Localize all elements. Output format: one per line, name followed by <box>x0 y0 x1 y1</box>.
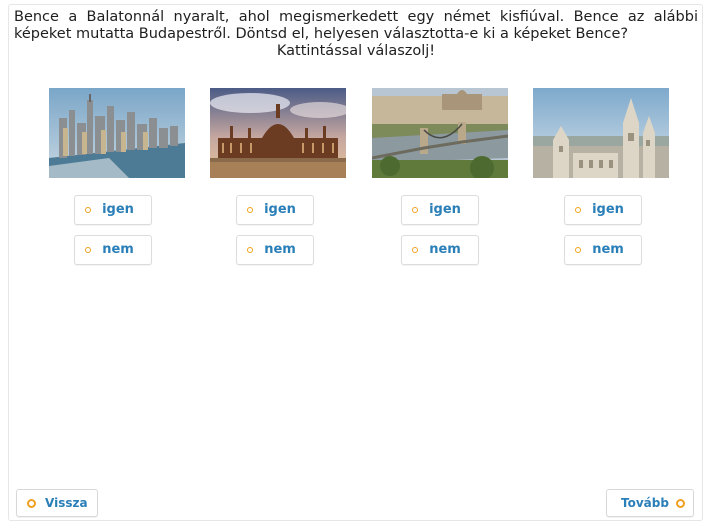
next-button[interactable]: Tovább <box>606 489 694 517</box>
back-button[interactable]: Vissza <box>16 489 98 517</box>
no-label: nem <box>429 242 461 257</box>
photo-2-yes-button[interactable]: igen <box>236 195 314 225</box>
instructions-line-2: képeket mutatta Budapestről. Döntsd el, … <box>14 26 629 42</box>
no-label: nem <box>592 242 624 257</box>
yes-label: igen <box>429 202 461 217</box>
photo-3-yes-button[interactable]: igen <box>401 195 479 225</box>
no-label: nem <box>102 242 134 257</box>
city-skyline-photo <box>49 88 185 178</box>
yes-label: igen <box>264 202 296 217</box>
yes-label: igen <box>102 202 134 217</box>
photo-1-no-button[interactable]: nem <box>74 235 152 265</box>
photo-4-yes-button[interactable]: igen <box>564 195 642 225</box>
yes-label: igen <box>592 202 624 217</box>
photo-4-no-button[interactable]: nem <box>564 235 642 265</box>
instructions-text: Bence a Balatonnál nyaralt, ahol megisme… <box>14 9 698 60</box>
photo-2-no-button[interactable]: nem <box>236 235 314 265</box>
photo-1-yes-button[interactable]: igen <box>74 195 152 225</box>
no-label: nem <box>264 242 296 257</box>
next-label: Tovább <box>621 496 669 510</box>
photo-3-no-button[interactable]: nem <box>401 235 479 265</box>
parliament-photo <box>210 88 346 178</box>
circle-icon <box>27 499 36 508</box>
chain-bridge-photo <box>372 88 508 178</box>
circle-icon <box>676 499 685 508</box>
instructions-line-1: Bence a Balatonnál nyaralt, ahol megisme… <box>14 9 698 25</box>
fishermens-bastion-photo <box>533 88 669 178</box>
instructions-line-3: Kattintással válaszolj! <box>276 43 436 59</box>
back-label: Vissza <box>45 496 88 510</box>
